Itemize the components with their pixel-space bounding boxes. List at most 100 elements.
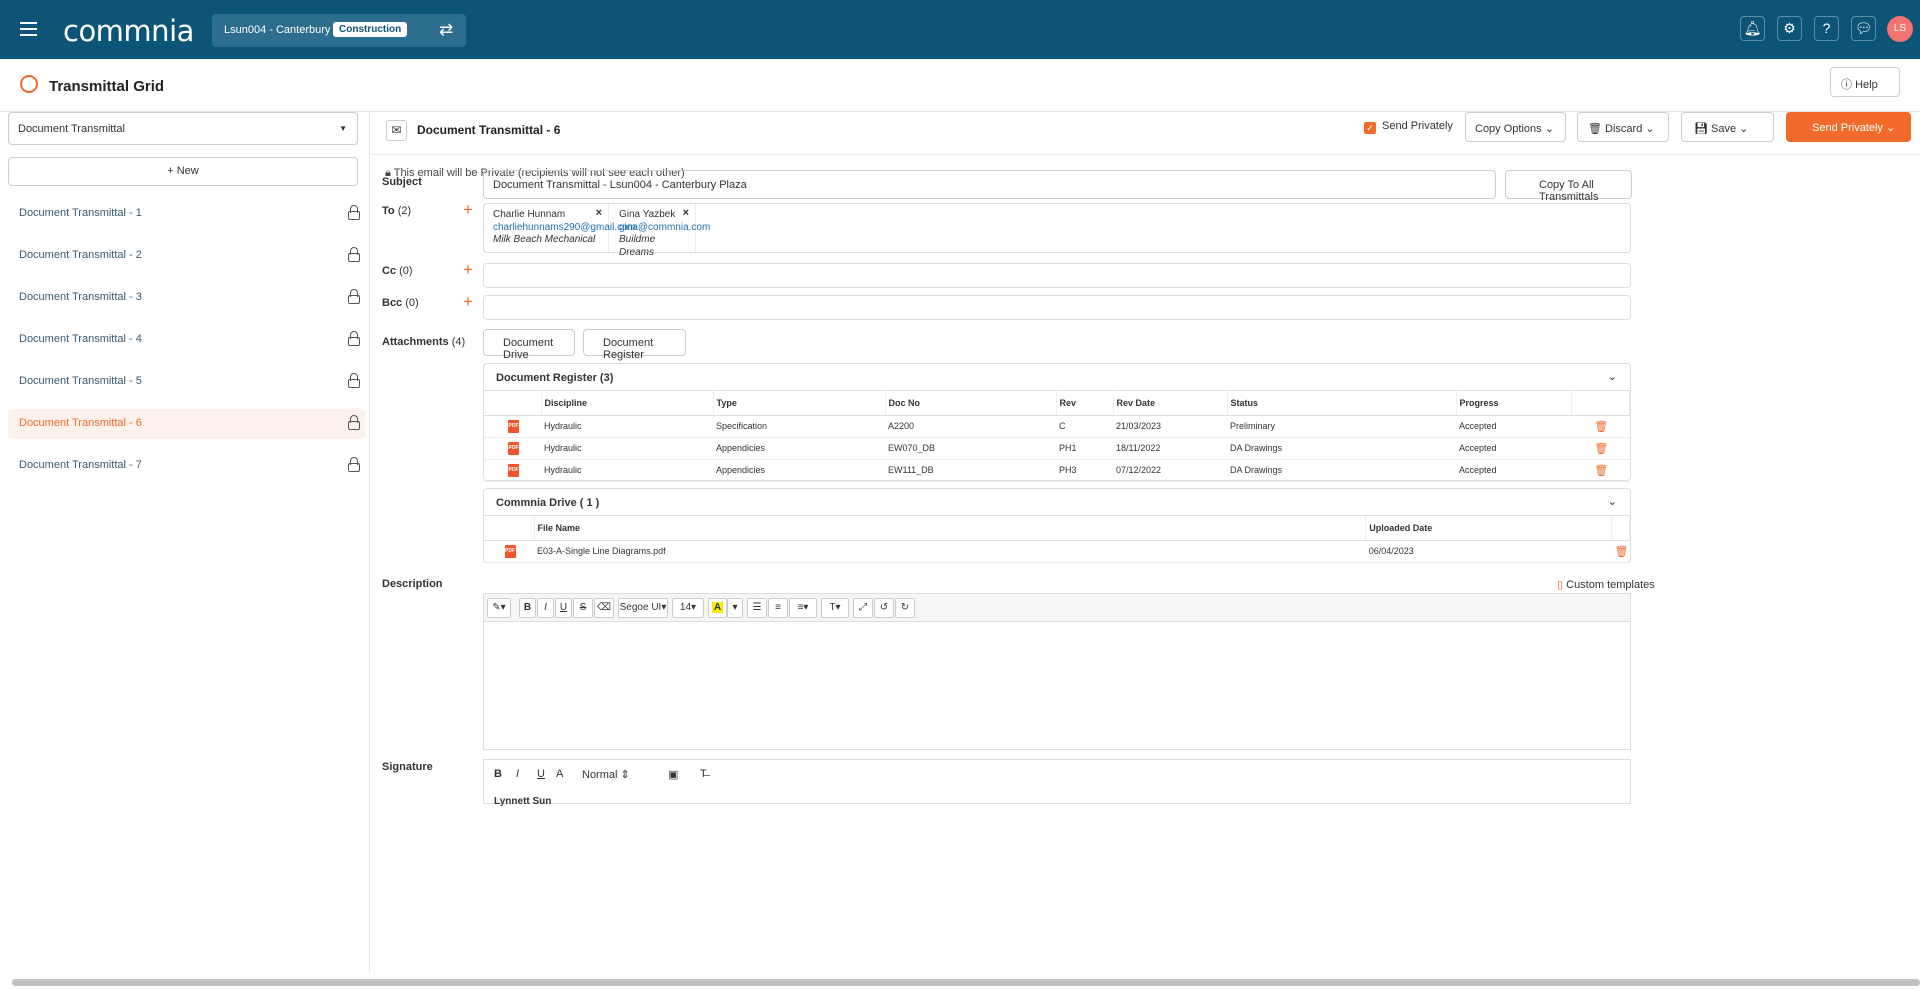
recipient-chip[interactable]: Gina Yazbek gina@commnia.com Buildme Dre… [610, 204, 710, 258]
bell-icon[interactable]: 🔔︎ [1740, 16, 1765, 41]
description-editor[interactable]: ✎▾ B I U S ⌫ Segoe UI▾ 14▾ A ▾ ☰ ≡ ≡▾ T▾… [483, 593, 1631, 750]
sidebar-item[interactable]: Document Transmittal - 7 [8, 451, 365, 481]
redo-icon[interactable]: ↻ [895, 598, 915, 618]
swap-icon[interactable]: ⇄ [439, 20, 453, 40]
menu-icon[interactable] [20, 22, 37, 36]
cell-progress: Accepted [1456, 459, 1571, 482]
strikethrough-button[interactable]: S [573, 598, 593, 618]
avatar[interactable]: LS [1887, 16, 1913, 42]
add-to-icon[interactable]: + [463, 200, 473, 220]
bcc-label: Bcc (0) [382, 297, 419, 309]
trash-icon[interactable]: 🗑︎ [1611, 540, 1630, 563]
chat-icon[interactable]: 💬︎ [1851, 16, 1876, 41]
sidebar-item-label: Document Transmittal - 6 [19, 417, 142, 429]
trash-icon[interactable]: 🗑︎ [1571, 437, 1630, 460]
sidebar-item[interactable]: Document Transmittal - 3 [8, 283, 365, 313]
table-row[interactable]: PDF Hydraulic Appendicies EW070_DB PH1 1… [484, 437, 1630, 460]
col-uploaded-date[interactable]: Uploaded Date [1365, 516, 1613, 541]
to-recipients[interactable]: Charlie Hunnam charliehunnams290@gmail.c… [483, 203, 1631, 258]
sidebar-item[interactable]: Document Transmittal - 2 [8, 241, 365, 271]
undo-icon[interactable]: ↺ [874, 598, 894, 618]
discard-button[interactable]: 🗑︎ Discard ⌄ [1577, 112, 1669, 142]
chevron-collapse-icon[interactable]: ⌄ [1608, 495, 1617, 508]
project-switcher[interactable]: Lsun004 - Canterbury Plaza Construction … [212, 14, 466, 47]
image-icon[interactable]: ▣ [668, 768, 678, 781]
color-dropdown-icon[interactable]: ▾ [727, 598, 743, 618]
add-cc-icon[interactable]: + [463, 260, 473, 280]
italic-button[interactable]: I [537, 598, 554, 618]
col-rev[interactable]: Rev [1056, 391, 1114, 416]
col-status[interactable]: Status [1227, 391, 1457, 416]
recipient-name: Gina Yazbek [619, 209, 676, 220]
bold-button[interactable]: B [494, 768, 502, 780]
custom-templates-button[interactable]: ▯ Custom templates [1557, 578, 1655, 591]
document-drive-button[interactable]: Document Drive [483, 329, 575, 361]
send-privately-button[interactable]: Send Privately ⌄ [1786, 112, 1911, 142]
sidebar-item[interactable]: Document Transmittal - 4 [8, 325, 365, 355]
eraser-icon[interactable]: ⌫ [594, 598, 614, 618]
cc-input[interactable] [483, 263, 1631, 288]
subject-input[interactable]: Document Transmittal - Lsun004 - Canterb… [483, 170, 1496, 199]
text-style-icon[interactable]: T▾ [821, 598, 849, 618]
col-rev-date[interactable]: Rev Date [1113, 391, 1228, 416]
sidebar-item-active[interactable]: Document Transmittal - 6 [8, 409, 365, 439]
col-doc-no[interactable]: Doc No [885, 391, 1057, 416]
type-select-value: Document Transmittal [18, 123, 125, 135]
custom-templates-label: Custom templates [1566, 579, 1655, 591]
description-label: Description [382, 578, 443, 590]
recipient-chip[interactable]: Charlie Hunnam charliehunnams290@gmail.c… [484, 204, 636, 254]
underline-button[interactable]: U [555, 598, 572, 618]
new-button[interactable]: + New [8, 157, 358, 186]
col-discipline[interactable]: Discipline [541, 391, 714, 416]
send-privately-label[interactable]: Send Privately [1382, 120, 1453, 132]
signature-editor[interactable]: B I U A Normal ⇕ ▣ T̶ Lynnett Sun [483, 759, 1631, 807]
bullet-list-icon[interactable]: ☰ [747, 598, 767, 618]
help-icon[interactable]: ? [1814, 16, 1839, 41]
text-color-icon[interactable]: A [556, 768, 563, 780]
fullscreen-icon[interactable]: ⤢ [853, 598, 873, 618]
commnia-logo[interactable]: commnia [63, 14, 194, 48]
document-register-button[interactable]: Document Register [583, 329, 686, 361]
numbered-list-icon[interactable]: ≡ [768, 598, 788, 618]
drive-table: File Name Uploaded Date PDF E03-A-Single… [484, 516, 1630, 563]
add-bcc-icon[interactable]: + [463, 292, 473, 312]
copy-to-all-button[interactable]: Copy To All Transmittals [1505, 170, 1632, 203]
gear-icon[interactable]: ⚙ [1777, 16, 1802, 41]
align-icon[interactable]: ≡▾ [789, 598, 817, 618]
sidebar-item[interactable]: Document Transmittal - 1 [8, 199, 365, 229]
underline-button[interactable]: U [537, 768, 545, 780]
font-size-select[interactable]: 14▾ [672, 598, 704, 618]
magic-icon[interactable]: ✎▾ [487, 598, 511, 618]
table-row[interactable]: PDF Hydraulic Specification A2200 C 21/0… [484, 415, 1630, 438]
bold-button[interactable]: B [519, 598, 536, 618]
trash-icon[interactable]: 🗑︎ [1571, 459, 1630, 482]
format-select[interactable]: Normal ⇕ [582, 768, 630, 781]
sidebar-item[interactable]: Document Transmittal - 5 [8, 367, 365, 397]
save-button[interactable]: 💾︎ Save ⌄ [1681, 112, 1774, 142]
text-color-icon[interactable]: A [708, 598, 727, 618]
send-privately-checkbox[interactable]: ✓ [1364, 122, 1376, 134]
col-type[interactable]: Type [713, 391, 886, 416]
transmittal-type-select[interactable]: Document Transmittal ▼ [8, 112, 358, 145]
font-select[interactable]: Segoe UI▾ [618, 598, 668, 618]
table-row[interactable]: PDF Hydraulic Appendicies EW111_DB PH3 0… [484, 459, 1630, 482]
italic-button[interactable]: I [516, 768, 519, 780]
trash-icon[interactable]: 🗑︎ [1571, 415, 1630, 438]
clear-format-icon[interactable]: T̶ [700, 768, 707, 780]
cell-discipline: Hydraulic [541, 437, 713, 460]
cell-type: Appendicies [713, 437, 885, 460]
help-button[interactable]: ⓘ Help [1830, 67, 1900, 97]
remove-icon[interactable]: × [683, 207, 689, 220]
document-register-panel: Document Register (3) ⌄ Discipline Type … [483, 363, 1631, 482]
col-file-name[interactable]: File Name [534, 516, 1367, 541]
attachments-count: (4) [451, 336, 466, 348]
chevron-collapse-icon[interactable]: ⌄ [1608, 370, 1617, 383]
sidebar-item-label: Document Transmittal - 4 [19, 333, 142, 345]
table-row[interactable]: PDF E03-A-Single Line Diagrams.pdf 06/04… [484, 540, 1630, 563]
copy-options-button[interactable]: Copy Options ⌄ [1465, 112, 1566, 142]
remove-icon[interactable]: × [596, 207, 602, 220]
bcc-label-text: Bcc [382, 297, 403, 309]
horizontal-scrollbar[interactable] [12, 979, 1920, 986]
col-progress[interactable]: Progress [1456, 391, 1572, 416]
bcc-input[interactable] [483, 295, 1631, 320]
